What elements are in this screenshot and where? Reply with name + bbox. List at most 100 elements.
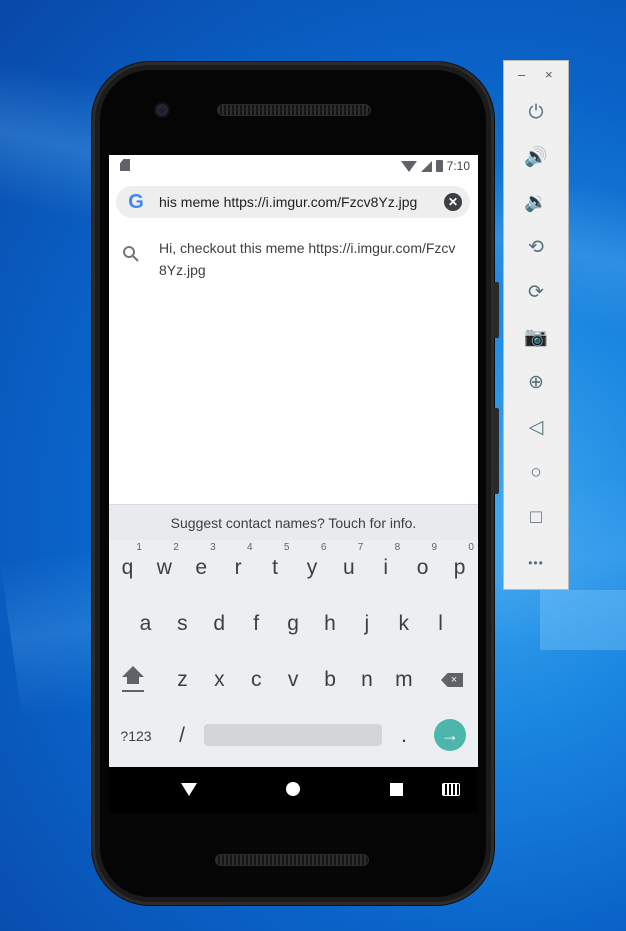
key-n[interactable]: n — [349, 652, 386, 708]
key-number-hint: 6 — [320, 542, 327, 553]
key-q[interactable]: 1q — [109, 540, 146, 596]
key-z[interactable]: z — [164, 652, 201, 708]
key-letter: r — [234, 556, 242, 579]
key-x[interactable]: x — [201, 652, 238, 708]
key-g[interactable]: g — [275, 596, 312, 652]
minimize-button[interactable]: – — [518, 67, 525, 82]
search-bar[interactable]: G his meme https://i.imgur.com/Fzcv8Yz.j… — [116, 186, 470, 218]
phone-volume-button — [494, 408, 499, 494]
key-letter: o — [416, 556, 429, 579]
keyboard-row-1: 1q2w3e4r5t6y7u8i9o0p — [109, 540, 478, 596]
key-r[interactable]: 4r — [220, 540, 257, 596]
key-j[interactable]: j — [348, 596, 385, 652]
nav-recents-icon[interactable] — [390, 783, 403, 796]
keyboard-suggestion-strip[interactable]: Suggest contact names? Touch for info. — [109, 504, 478, 541]
search-icon — [123, 246, 139, 262]
key-o[interactable]: 9o — [404, 540, 441, 596]
wifi-icon — [400, 160, 417, 172]
search-suggestion[interactable]: Hi, checkout this meme https://i.imgur.c… — [109, 231, 478, 281]
keyboard-row-3: × zxcvbnm — [109, 652, 478, 708]
rotate-left-icon[interactable]: ⟲ — [521, 233, 551, 263]
key-c[interactable]: c — [238, 652, 275, 708]
shift-key[interactable] — [115, 652, 151, 708]
earpiece-speaker — [217, 104, 371, 116]
key-number-hint: 7 — [357, 542, 364, 553]
shift-icon — [122, 666, 144, 677]
key-s[interactable]: s — [164, 596, 201, 652]
key-letter: e — [195, 556, 208, 579]
sd-card-icon — [120, 159, 130, 171]
key-letter: w — [156, 556, 172, 579]
key-letter: q — [121, 556, 134, 579]
keyboard: 1q2w3e4r5t6y7u8i9o0p asdfghjkl × zxcvbnm… — [109, 540, 478, 767]
key-letter: y — [306, 556, 318, 579]
key-b[interactable]: b — [312, 652, 349, 708]
camera-icon[interactable]: 📷 — [521, 323, 551, 353]
key-letter: u — [342, 556, 355, 579]
front-camera — [154, 102, 170, 118]
volume-down-icon[interactable]: 🔉 — [521, 188, 551, 218]
key-i[interactable]: 8i — [367, 540, 404, 596]
backspace-icon: × — [441, 673, 463, 687]
key-number-hint: 0 — [468, 542, 474, 553]
close-button[interactable]: × — [545, 67, 553, 82]
key-e[interactable]: 3e — [183, 540, 220, 596]
status-time: 7:10 — [446, 159, 470, 173]
key-number-hint: 2 — [173, 542, 179, 553]
phone-side-button — [494, 282, 499, 338]
search-input[interactable]: his meme https://i.imgur.com/Fzcv8Yz.jpg — [159, 186, 429, 218]
more-icon[interactable]: ••• — [521, 548, 551, 578]
key-l[interactable]: l — [422, 596, 459, 652]
phone-screen: 7:10 G his meme https://i.imgur.com/Fzcv… — [109, 155, 478, 767]
key-w[interactable]: 2w — [146, 540, 183, 596]
symbols-key[interactable]: ?123 — [113, 708, 159, 764]
key-f[interactable]: f — [238, 596, 275, 652]
key-m[interactable]: m — [385, 652, 422, 708]
overview-icon[interactable]: □ — [521, 503, 551, 533]
keyboard-row-2: asdfghjkl — [109, 596, 478, 652]
key-y[interactable]: 6y — [294, 540, 331, 596]
key-number-hint: 3 — [210, 542, 216, 553]
backspace-key[interactable]: × — [434, 652, 470, 708]
key-letter: i — [383, 556, 389, 579]
key-h[interactable]: h — [312, 596, 349, 652]
home-icon[interactable]: ○ — [521, 458, 551, 488]
battery-icon — [435, 160, 443, 172]
space-key[interactable] — [204, 724, 382, 746]
key-d[interactable]: d — [201, 596, 238, 652]
key-number-hint: 9 — [431, 542, 438, 553]
key-number-hint: 5 — [283, 542, 290, 553]
navigation-bar — [109, 767, 478, 813]
bottom-speaker — [215, 854, 369, 866]
key-v[interactable]: v — [275, 652, 312, 708]
clear-icon[interactable]: ✕ — [444, 193, 462, 211]
key-number-hint: 1 — [136, 542, 142, 553]
back-icon[interactable]: ◁ — [521, 413, 551, 443]
keyboard-row-4: ?123 / . → — [109, 708, 478, 764]
key-letter: p — [453, 556, 466, 579]
key-t[interactable]: 5t — [257, 540, 294, 596]
key-k[interactable]: k — [385, 596, 422, 652]
shift-icon-stem — [127, 677, 139, 684]
key-number-hint: 4 — [247, 542, 253, 553]
power-icon[interactable]: ⏻ — [521, 98, 551, 128]
emulator-toolbar: – × ⏻ 🔊 🔉 ⟲ ⟳ 📷 ⊕ ◁ ○ □ ••• — [503, 60, 569, 590]
slash-key[interactable]: / — [164, 708, 200, 764]
key-letter: t — [272, 556, 278, 579]
volume-up-icon[interactable]: 🔊 — [521, 143, 551, 173]
key-a[interactable]: a — [127, 596, 164, 652]
nav-back-icon[interactable] — [181, 783, 197, 796]
rotate-right-icon[interactable]: ⟳ — [521, 278, 551, 308]
google-logo-icon: G — [128, 191, 144, 213]
nav-home-icon[interactable] — [286, 782, 300, 796]
zoom-icon[interactable]: ⊕ — [521, 368, 551, 398]
key-p[interactable]: 0p — [441, 540, 478, 596]
key-number-hint: 8 — [394, 542, 401, 553]
wallpaper-window-pane — [540, 590, 626, 650]
signal-icon — [420, 160, 432, 172]
enter-key[interactable]: → — [434, 719, 466, 751]
key-u[interactable]: 7u — [330, 540, 367, 596]
shift-icon-underline — [122, 690, 144, 692]
keyboard-switch-icon[interactable] — [442, 783, 460, 796]
period-key[interactable]: . — [386, 708, 422, 764]
